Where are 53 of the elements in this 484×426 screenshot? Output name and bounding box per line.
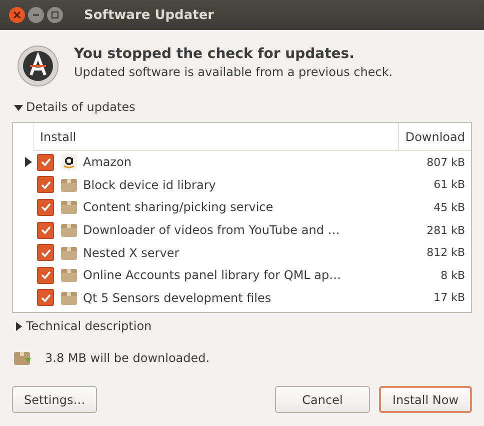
checkmark-icon — [40, 224, 52, 236]
checkmark-icon — [40, 292, 52, 304]
checkmark-icon — [40, 178, 52, 191]
download-size: 812 kB — [426, 246, 465, 260]
maximize-button[interactable] — [47, 7, 63, 23]
checkbox[interactable] — [37, 289, 54, 306]
status-heading: You stopped the check for updates. — [74, 46, 356, 62]
checkmark-icon — [40, 156, 52, 168]
download-size: 8 kB — [440, 268, 465, 282]
package-name: Nested X server — [83, 246, 180, 260]
checkbox[interactable] — [37, 198, 54, 216]
triangle-icon — [14, 102, 23, 112]
package-name: Amazon — [83, 155, 132, 170]
package-icon — [60, 266, 78, 284]
download-size: 61 kB — [434, 178, 465, 192]
download-size: 281 kB — [426, 224, 465, 237]
download-size: 17 kB — [434, 291, 465, 304]
status-message: Updated software is available from a previous check. — [74, 65, 393, 79]
settings-button[interactable]: Settings… — [12, 386, 98, 413]
package-name: Content sharing/picking service — [83, 200, 274, 214]
cancel-button[interactable]: Cancel — [275, 386, 370, 413]
minimize-button[interactable] — [28, 7, 44, 23]
download-summary: 3.8 MB will be downloaded. — [45, 351, 210, 365]
package-name: Block device id library — [83, 178, 217, 192]
checkbox[interactable] — [37, 176, 54, 194]
checkmark-icon — [40, 201, 52, 214]
download-size: 45 kB — [434, 200, 465, 214]
package-icon — [60, 221, 78, 240]
checkmark-icon — [40, 246, 52, 259]
column-header[interactable]: Download — [398, 123, 471, 150]
expand-arrow-icon[interactable] — [25, 157, 33, 168]
install-now-button[interactable]: Install Now — [379, 386, 472, 413]
package-icon — [60, 198, 78, 216]
package-name: Online Accounts panel library for QML ap… — [83, 268, 342, 282]
checkbox[interactable] — [37, 154, 54, 171]
updater-icon — [16, 44, 60, 88]
amazon-icon — [60, 153, 78, 172]
package-download-icon — [13, 350, 33, 366]
column-header[interactable]: Install — [33, 123, 398, 150]
window-title: Software Updater — [84, 8, 214, 22]
download-size: 807 kB — [426, 156, 465, 169]
close-icon — [13, 11, 21, 19]
technical-expander[interactable]: Technical description — [14, 319, 152, 333]
triangle-icon — [14, 322, 23, 330]
close-button[interactable] — [9, 7, 25, 23]
checkbox[interactable] — [37, 266, 54, 284]
checkbox[interactable] — [37, 244, 54, 262]
checkbox[interactable] — [37, 222, 54, 239]
package-name: Downloader of videos from YouTube and … — [83, 223, 341, 238]
checkmark-icon — [40, 269, 52, 282]
details-expander[interactable]: Details of updates — [14, 100, 136, 114]
package-name: Qt 5 Sensors development files — [83, 290, 272, 305]
maximize-icon — [51, 11, 59, 19]
